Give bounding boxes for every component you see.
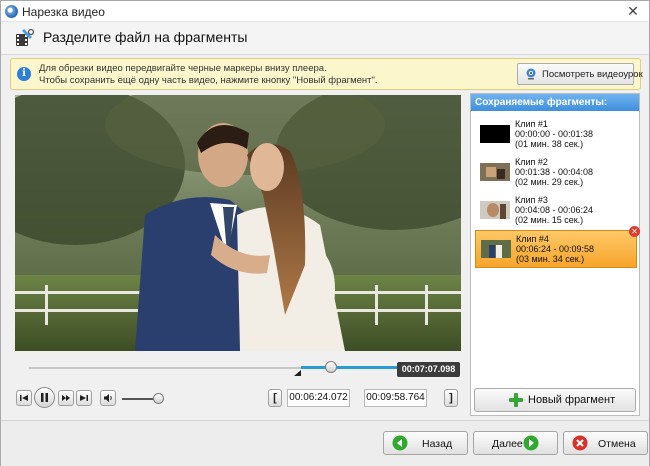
window-title: Нарезка видео	[22, 5, 105, 19]
start-marker-handle[interactable]	[294, 370, 302, 376]
end-time-field[interactable]: 00:09:58.764	[364, 389, 427, 407]
clip-title: Клип #2	[515, 157, 548, 167]
page-title: Разделите файл на фрагменты	[43, 29, 248, 45]
app-icon	[5, 5, 18, 18]
list-item[interactable]: Клип #3 00:04:08 - 00:06:24 (02 мин. 15 …	[475, 192, 637, 230]
start-time-field[interactable]: 00:06:24.072	[287, 389, 350, 407]
arrow-right-icon	[523, 435, 539, 451]
window-close-button[interactable]: ✕	[617, 1, 649, 21]
clip-range: 00:06:24 - 00:09:58	[516, 244, 595, 254]
info-icon: i	[17, 67, 31, 81]
clip-thumbnail	[480, 125, 510, 143]
clip-duration: (02 мин. 15 сек.)	[515, 215, 584, 225]
back-label: Назад	[422, 438, 453, 450]
pause-button[interactable]	[34, 387, 55, 408]
page-header: Разделите файл на фрагменты	[1, 22, 649, 55]
volume-handle[interactable]	[152, 393, 164, 404]
fragments-list: Клип #1 00:00:00 - 00:01:38 (01 мин. 38 …	[475, 116, 640, 268]
plus-icon	[509, 393, 523, 407]
arrow-left-icon	[392, 435, 408, 451]
back-button[interactable]: Назад	[383, 431, 468, 455]
clip-thumbnail	[480, 163, 510, 181]
watch-video-lesson-label: Посмотреть видеоурок	[542, 69, 643, 80]
clip-duration: (01 мин. 38 сек.)	[515, 139, 584, 149]
new-fragment-label: Новый фрагмент	[528, 394, 616, 406]
list-item[interactable]: Клип #1 00:00:00 - 00:01:38 (01 мин. 38 …	[475, 116, 637, 154]
clip-title: Клип #4	[516, 234, 549, 244]
timeline-track[interactable]	[29, 361, 460, 376]
fast-forward-icon	[62, 395, 70, 401]
go-to-start-button[interactable]	[16, 390, 32, 406]
mute-button[interactable]	[100, 390, 116, 406]
video-preview[interactable]	[15, 95, 461, 351]
clip-title: Клип #3	[515, 195, 548, 205]
clip-range: 00:00:00 - 00:01:38	[515, 129, 594, 139]
next-label: Далее	[492, 438, 523, 450]
video-frame-image	[15, 95, 461, 351]
step-forward-button[interactable]	[58, 390, 74, 406]
clip-title: Клип #1	[515, 119, 548, 129]
list-item[interactable]: Клип #2 00:01:38 - 00:04:08 (02 мин. 29 …	[475, 154, 637, 192]
info-text-line-2: Чтобы сохранить ещё одну часть видео, на…	[39, 75, 378, 86]
go-to-end-button[interactable]	[76, 390, 92, 406]
skip-back-icon	[20, 395, 28, 401]
watch-video-lesson-button[interactable]: Посмотреть видеоурок	[517, 63, 643, 85]
cancel-label: Отмена	[598, 438, 636, 450]
clip-duration: (02 мин. 29 сек.)	[515, 177, 584, 187]
cancel-button[interactable]: Отмена	[563, 431, 648, 455]
clip-thumbnail	[480, 201, 510, 219]
clip-range: 00:04:08 - 00:06:24	[515, 205, 594, 215]
cancel-icon	[572, 435, 588, 451]
clip-range: 00:01:38 - 00:04:08	[515, 167, 594, 177]
app-window: Нарезка видео ✕ Разделите файл на фрагме…	[0, 0, 650, 466]
footer-bar: Назад Далее Отмена	[1, 420, 649, 466]
player-panel: 00:07:07.098 [00:06:24.072 00:09:58.764…	[10, 93, 465, 416]
pause-icon	[41, 393, 48, 402]
playhead-handle[interactable]	[324, 361, 337, 373]
new-fragment-button[interactable]: Новый фрагмент	[474, 388, 636, 412]
current-time-display: 00:07:07.098	[397, 362, 460, 377]
title-bar: Нарезка видео ✕	[1, 1, 649, 22]
next-button[interactable]: Далее	[473, 431, 558, 455]
set-start-button[interactable]: [	[268, 389, 282, 407]
info-bar: i Для обрезки видео передвигайте черные …	[10, 58, 643, 90]
fragments-panel: Сохраняемые фрагменты: Клип #1 00:00:00 …	[470, 93, 640, 416]
remove-clip-icon[interactable]: ✕	[629, 226, 640, 237]
fragments-header: Сохраняемые фрагменты:	[471, 94, 639, 111]
speaker-icon	[104, 394, 112, 402]
set-end-button[interactable]: ]	[444, 389, 458, 407]
clip-thumbnail	[481, 240, 511, 258]
clip-duration: (03 мин. 34 сек.)	[516, 254, 585, 264]
skip-forward-icon	[80, 395, 88, 401]
info-text-line-1: Для обрезки видео передвигайте черные ма…	[39, 63, 327, 74]
film-cut-icon	[16, 28, 34, 46]
list-item[interactable]: Клип #4 00:06:24 - 00:09:58 (03 мин. 34 …	[475, 226, 640, 268]
webcam-icon	[526, 68, 536, 80]
